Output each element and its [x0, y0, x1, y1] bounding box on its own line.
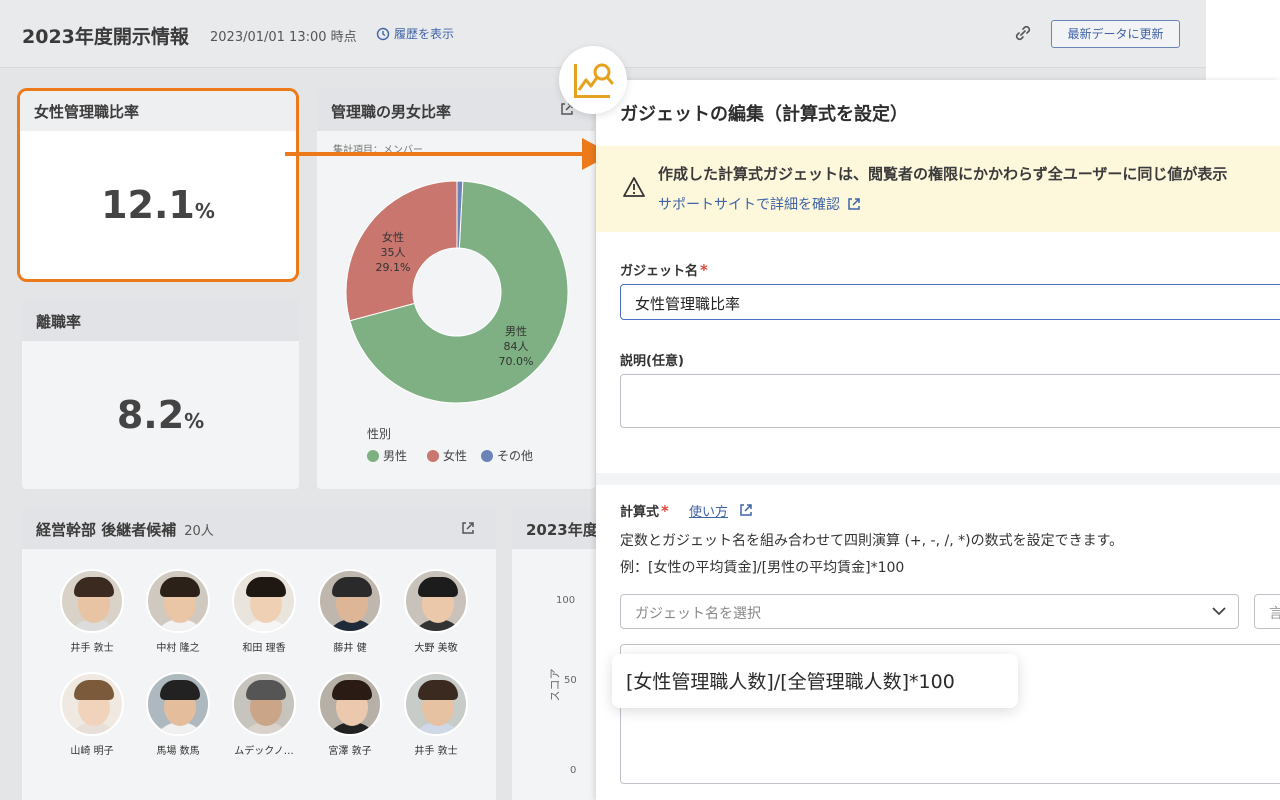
avatar [318, 672, 382, 736]
history-icon [376, 27, 390, 40]
support-site-link[interactable]: サポートサイトで詳細を確認 [658, 194, 862, 214]
successor-card[interactable]: 大野 美敬 [393, 569, 479, 654]
slice-label-male: 84人 [504, 340, 529, 353]
formula-value-callout: [女性管理職人数]/[全管理職人数]*100 [612, 654, 1018, 708]
highlight-arrow [285, 152, 585, 156]
successor-card[interactable]: 和田 理香 [221, 569, 307, 654]
legend-label-male: 男性 [383, 449, 407, 463]
card-title: 経営幹部 後継者候補 20人 [22, 507, 496, 549]
successor-name: 山崎 明子 [70, 746, 114, 757]
avatar [60, 569, 124, 633]
chevron-down-icon [1212, 607, 1226, 616]
timestamp: 2023/01/01 13:00 時点 [210, 30, 357, 45]
female-manager-card[interactable]: 女性管理職比率 12.1% [17, 88, 299, 282]
successor-card[interactable]: 山崎 明子 [49, 672, 135, 757]
external-link-icon[interactable] [460, 520, 476, 536]
y-tick: 100 [556, 595, 576, 606]
slice-label-female: 女性 [382, 230, 404, 244]
required-mark: * [661, 502, 669, 520]
successor-card[interactable]: 井手 敦士 [49, 569, 135, 654]
legend-title: 性別 [367, 427, 391, 441]
y-tick: 50 [564, 675, 577, 686]
slice-label-female: 29.1% [376, 261, 411, 274]
gadget-name-input[interactable]: 女性管理職比率 [620, 284, 1280, 320]
formula-description: 定数とガジェット名を組み合わせて四則演算 (+, -, /, *)の数式を設定で… [620, 533, 1124, 549]
legend-swatch-other [481, 450, 493, 462]
page-title: 2023年度開示情報 [22, 26, 189, 48]
successor-card[interactable]: 中村 隆之 [135, 569, 221, 654]
avatar [404, 672, 468, 736]
insert-button[interactable]: 言 [1254, 594, 1280, 629]
legend-label-female: 女性 [443, 448, 467, 463]
slice-label-male: 男性 [505, 324, 527, 338]
warning-text: 作成した計算式ガジェットは、閲覧者の権限にかかわらず全ユーザーに同じ値が表示 [658, 165, 1228, 183]
formula-label: 計算式 * [620, 502, 669, 520]
legend-swatch-female [427, 450, 439, 462]
gender-ratio-card[interactable]: 管理職の男女比率 集計項目：メンバー 女性 35人 29.1% 男性 84人 7… [317, 89, 595, 489]
successor-name: 井手 敦士 [414, 746, 458, 757]
legend-label-other: その他 [497, 449, 533, 463]
modal-title: ガジェットの編集（計算式を設定） [620, 104, 908, 125]
formula-gadget-logo [559, 46, 627, 114]
avatar [146, 569, 210, 633]
successor-name: 和田 理香 [242, 643, 286, 654]
formula-example: 例：[女性の平均賃金]/[男性の平均賃金]*100 [620, 560, 905, 576]
successor-card[interactable]: ムデックノ… [221, 672, 307, 757]
external-link-icon[interactable] [738, 502, 754, 518]
metric-value: 12.1% [101, 183, 215, 227]
avatar [404, 569, 468, 633]
card-title: 女性管理職比率 [20, 91, 296, 131]
avatar [232, 569, 296, 633]
external-link-icon [848, 198, 860, 210]
card-title: 管理職の男女比率 [317, 89, 595, 131]
turnover-card[interactable]: 離職率 8.2% [22, 299, 299, 489]
successor-name: ムデックノ… [234, 746, 294, 757]
y-tick: 0 [570, 765, 577, 776]
metric-value: 8.2% [116, 393, 205, 437]
successor-card[interactable]: 宮澤 敦子 [307, 672, 393, 757]
history-link-label: 履歴を表示 [394, 27, 455, 41]
warning-banner: 作成した計算式ガジェットは、閲覧者の権限にかかわらず全ユーザーに同じ値が表示 サ… [596, 146, 1280, 232]
successor-count: 20人 [184, 524, 214, 539]
refresh-button[interactable]: 最新データに更新 [1051, 20, 1180, 48]
successor-name: 馬場 数馬 [156, 746, 200, 757]
successor-name: 井手 敦士 [70, 643, 114, 654]
successor-name: 中村 隆之 [156, 643, 200, 654]
chart-search-icon [574, 63, 614, 98]
successor-card[interactable]: 馬場 数馬 [135, 672, 221, 757]
y-axis-label: スコア [548, 668, 562, 702]
gadget-select[interactable]: ガジェット名を選択 [620, 594, 1239, 629]
slice-label-male: 70.0% [499, 355, 534, 368]
description-label: 説明(任意) [620, 354, 684, 369]
legend-swatch-male [367, 450, 379, 462]
successor-name: 宮澤 敦子 [328, 746, 372, 757]
usage-help-link[interactable]: 使い方 [689, 501, 728, 520]
avatar [60, 672, 124, 736]
gadget-name-label: ガジェット名 * [620, 261, 708, 279]
warning-icon [623, 177, 645, 197]
successor-name: 藤井 健 [333, 643, 367, 654]
gender-donut-chart: 女性 35人 29.1% 男性 84人 70.0% 性別 男性 女性 その他 [345, 180, 569, 463]
avatar [318, 569, 382, 633]
history-link[interactable]: 履歴を表示 [376, 25, 454, 42]
successor-card[interactable]: 藤井 健 [307, 569, 393, 654]
section-divider [596, 473, 1280, 485]
successors-card[interactable]: 経営幹部 後継者候補 20人 井手 敦士 中村 隆之 和田 理香 藤井 健 大野… [22, 507, 496, 800]
successor-name: 大野 美敬 [414, 643, 458, 654]
successor-card[interactable]: 井手 敦士 [393, 672, 479, 757]
description-input[interactable] [620, 374, 1280, 428]
card-title: 離職率 [22, 299, 299, 341]
slice-label-female: 35人 [381, 246, 406, 259]
avatar [146, 672, 210, 736]
avatar [232, 672, 296, 736]
required-mark: * [700, 261, 708, 279]
link-icon[interactable] [1012, 22, 1034, 44]
